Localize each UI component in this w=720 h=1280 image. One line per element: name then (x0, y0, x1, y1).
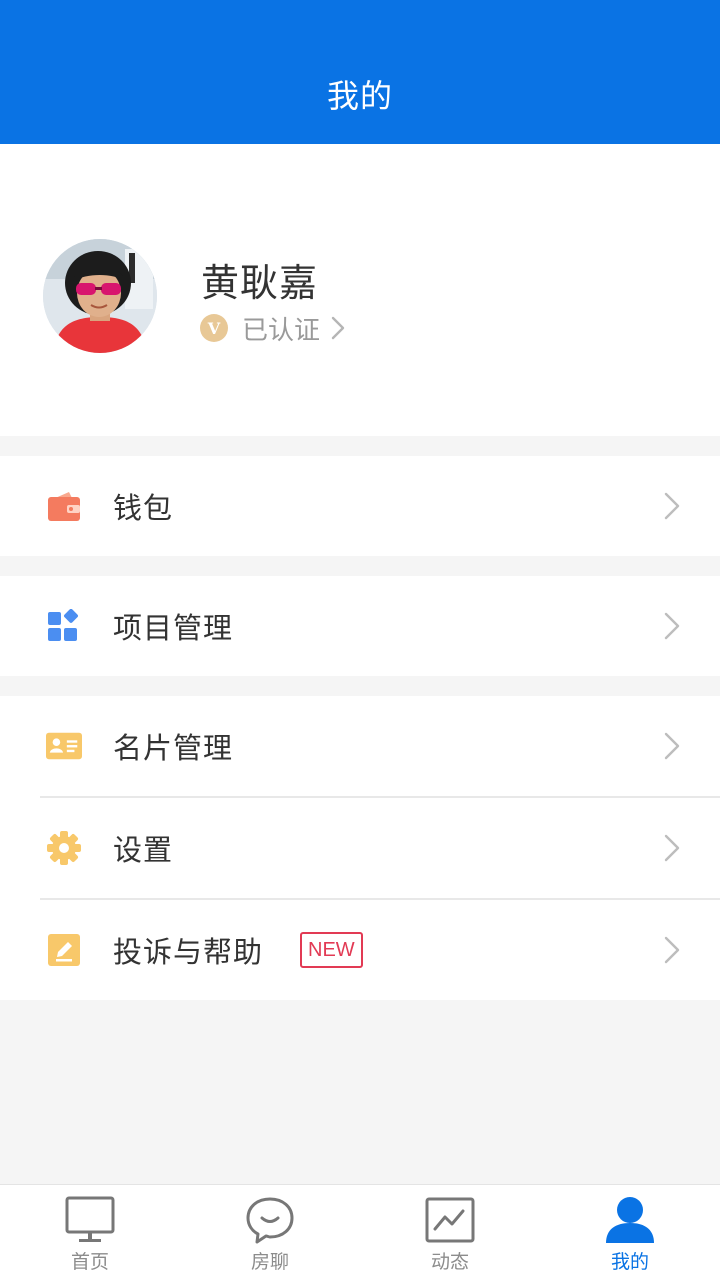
user-name: 黄耿嘉 (201, 261, 319, 305)
menu-group-wallet: 钱包 (0, 456, 720, 556)
profile-screen: 我的 黄耿嘉 V 已认证 钱包 项目管理 名片管理 设置 投诉与帮助 NEW 首… (0, 0, 720, 1280)
menu-label-wallet: 钱包 (113, 491, 174, 525)
profile-card: 黄耿嘉 V 已认证 (0, 144, 720, 436)
new-badge: NEW (300, 932, 363, 968)
tab-label-home: 首页 (70, 1251, 109, 1273)
menu-item-help[interactable]: 投诉与帮助 NEW (0, 900, 720, 1000)
wallet-icon (46, 488, 82, 524)
grid-apps-icon (46, 608, 82, 644)
tab-home[interactable]: 首页 (0, 1185, 180, 1280)
avatar[interactable] (43, 239, 157, 353)
monitor-icon (65, 1195, 115, 1245)
menu-group-projects: 项目管理 (0, 576, 720, 676)
avatar-photo (43, 239, 157, 353)
header-bar: 我的 (0, 0, 720, 144)
user-icon (604, 1195, 656, 1245)
page-title: 我的 (326, 77, 393, 115)
chevron-right-icon (663, 731, 681, 761)
edit-note-icon (46, 932, 82, 968)
menu-item-cards[interactable]: 名片管理 (0, 696, 720, 796)
menu-label-projects: 项目管理 (113, 611, 234, 645)
menu-label-settings: 设置 (113, 833, 174, 867)
menu-item-wallet[interactable]: 钱包 (0, 456, 720, 556)
tab-me[interactable]: 我的 (540, 1185, 720, 1280)
menu-group-more: 名片管理 设置 投诉与帮助 NEW (0, 696, 720, 1000)
tab-label-me: 我的 (610, 1251, 649, 1273)
verification-status[interactable]: V 已认证 (200, 312, 346, 346)
chevron-right-icon (663, 491, 681, 521)
menu-item-settings[interactable]: 设置 (0, 798, 720, 898)
menu-label-help: 投诉与帮助 (113, 935, 264, 969)
trend-chart-icon (425, 1195, 475, 1245)
verify-status-label: 已认证 (242, 315, 321, 346)
tab-feed[interactable]: 动态 (360, 1185, 540, 1280)
bottom-tab-bar: 首页 房聊 动态 我的 (0, 1184, 720, 1280)
tab-label-feed: 动态 (430, 1251, 469, 1273)
tab-chat[interactable]: 房聊 (180, 1185, 360, 1280)
gear-icon (46, 830, 82, 866)
tab-label-chat: 房聊 (250, 1251, 289, 1273)
verified-badge-icon: V (200, 314, 228, 342)
chevron-right-icon (663, 833, 681, 863)
chevron-right-icon (663, 935, 681, 965)
chat-bubble-icon (245, 1195, 295, 1245)
menu-item-projects[interactable]: 项目管理 (0, 576, 720, 676)
business-card-icon (46, 728, 82, 764)
chevron-right-icon (663, 611, 681, 641)
chevron-right-icon (330, 315, 346, 341)
menu-label-cards: 名片管理 (113, 731, 234, 765)
